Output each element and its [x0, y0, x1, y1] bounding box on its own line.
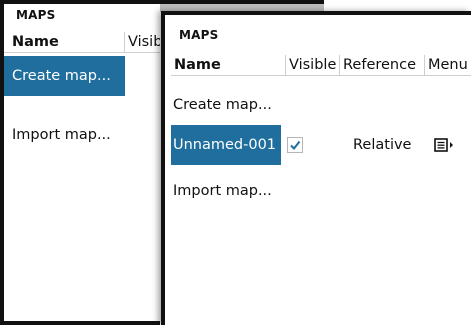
menu-cell [424, 138, 471, 152]
maps-panel: MAPS Name Visible Reference Menu Create … [161, 11, 471, 325]
create-map-item[interactable]: Create map... [4, 56, 125, 96]
create-map-item[interactable]: Create map... [171, 93, 471, 117]
map-row[interactable]: Unnamed-001 Relative [171, 125, 471, 165]
column-header-row: Name Visible Reference Menu [171, 55, 471, 76]
create-map-label: Create map... [12, 68, 111, 84]
import-map-label: Import map... [173, 183, 272, 199]
panel-title: MAPS [179, 28, 219, 42]
maps-panel-background: MAPS Name Visib Create map... Import map… [0, 0, 160, 325]
column-header-visible[interactable]: Visib [124, 32, 160, 52]
column-header-visible[interactable]: Visible [285, 55, 339, 75]
import-map-item[interactable]: Import map... [171, 179, 471, 203]
menu-list-icon[interactable] [434, 138, 456, 152]
visible-checkbox[interactable] [287, 137, 303, 153]
panel-title: MAPS [16, 8, 56, 22]
column-header-name[interactable]: Name [4, 32, 124, 52]
column-header-menu[interactable]: Menu [424, 55, 471, 75]
column-header-name[interactable]: Name [171, 55, 285, 75]
import-map-item[interactable]: Import map... [4, 120, 160, 150]
checkmark-icon [290, 140, 301, 151]
column-header-reference[interactable]: Reference [339, 55, 424, 75]
map-name[interactable]: Unnamed-001 [171, 125, 281, 165]
create-map-label: Create map... [173, 97, 272, 113]
reference-value: Relative [353, 137, 412, 153]
import-map-label: Import map... [12, 127, 111, 143]
column-header-row: Name Visib [4, 32, 160, 53]
visible-cell [281, 137, 339, 153]
